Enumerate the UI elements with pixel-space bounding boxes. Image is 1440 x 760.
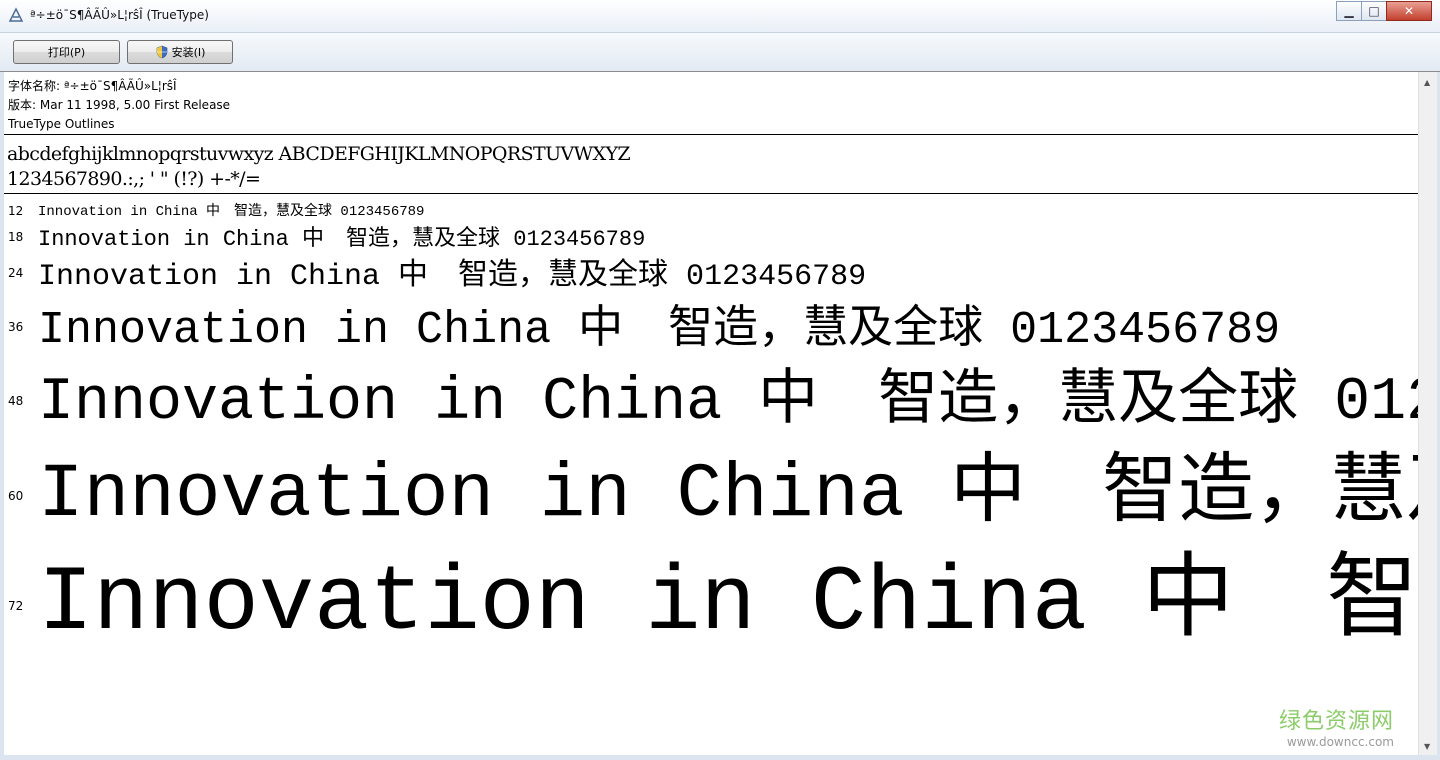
- uac-shield-icon: [156, 45, 167, 59]
- font-app-icon: [8, 7, 24, 22]
- close-button[interactable]: ✕: [1386, 1, 1432, 21]
- sample-text: Innovation in China 中 智造，慧及全球 0123456789: [38, 369, 1418, 437]
- font-version-line: 版本: Mar 11 1998, 5.00 First Release: [8, 98, 231, 112]
- font-info-block: 字体名称: ª÷±ö¯S¶ÂÃÛ»L¦rŝÎ 版本: Mar 11 1998, …: [8, 77, 230, 134]
- divider: [4, 193, 1418, 194]
- sample-text: Innovation in China 中 智造，慧及全球 0123456789: [38, 551, 1418, 656]
- sample-size-label: 48: [8, 394, 24, 408]
- scroll-up-icon[interactable]: ▲: [1424, 78, 1430, 87]
- charset-letters: abcdefghijklmnopqrstuvwxyz ABCDEFGHIJKLM…: [7, 143, 631, 165]
- sample-size-label: 12: [8, 204, 24, 218]
- maximize-icon: □: [1368, 4, 1380, 18]
- font-outline-line: TrueType Outlines: [8, 117, 115, 131]
- charset-digits-punct: 1234567890.:,; ' " (!?) +-*/=: [7, 168, 261, 190]
- window-title: ª÷±ö¯S¶ÂÃÛ»L¦rŝÎ (TrueType): [30, 8, 209, 22]
- sample-size-label: 18: [8, 230, 24, 244]
- sample-text: Innovation in China 中 智造，慧及全球 0123456789: [38, 260, 867, 294]
- watermark-logo: 绿色资源网: [1278, 709, 1394, 734]
- window-controls: ▁ □ ✕: [1336, 1, 1432, 21]
- title-bar[interactable]: ª÷±ö¯S¶ÂÃÛ»L¦rŝÎ (TrueType) ▁ □ ✕: [0, 0, 1440, 33]
- divider: [4, 134, 1418, 135]
- print-button-label: 打印(P): [47, 46, 86, 59]
- sample-size-label: 60: [8, 489, 24, 503]
- font-viewer-window: ª÷±ö¯S¶ÂÃÛ»L¦rŝÎ (TrueType) ▁ □ ✕ 打印(P) …: [0, 0, 1440, 760]
- install-button-label: 安装(I): [171, 46, 206, 59]
- vertical-scrollbar[interactable]: ▲ ▼: [1418, 72, 1437, 755]
- watermark: 绿色资源网 www.downcc.com: [1279, 703, 1394, 749]
- toolbar: 打印(P) 安装(I): [0, 33, 1440, 72]
- close-icon: ✕: [1403, 4, 1415, 18]
- maximize-button[interactable]: □: [1361, 1, 1387, 21]
- sample-size-label: 36: [8, 320, 24, 334]
- charset-block: abcdefghijklmnopqrstuvwxyz ABCDEFGHIJKLM…: [7, 142, 631, 192]
- font-name-line: 字体名称: ª÷±ö¯S¶ÂÃÛ»L¦rŝÎ: [8, 79, 177, 93]
- sample-size-label: 72: [8, 599, 24, 613]
- font-preview-pane[interactable]: 字体名称: ª÷±ö¯S¶ÂÃÛ»L¦rŝÎ 版本: Mar 11 1998, …: [4, 72, 1418, 755]
- sample-text: Innovation in China 中 智造，慧及全球 0123456789: [38, 227, 646, 252]
- sample-size-label: 24: [8, 266, 24, 280]
- minimize-button[interactable]: ▁: [1336, 1, 1362, 21]
- sample-text: Innovation in China 中 智造，慧及全球 0123456789: [38, 204, 425, 220]
- install-button[interactable]: 安装(I): [127, 40, 233, 64]
- sample-text: Innovation in China 中 智造，慧及全球 0123456789: [38, 305, 1281, 356]
- print-button[interactable]: 打印(P): [13, 40, 120, 64]
- scroll-down-icon[interactable]: ▼: [1424, 742, 1430, 751]
- watermark-url: www.downcc.com: [1286, 735, 1394, 749]
- minimize-icon: ▁: [1344, 4, 1354, 18]
